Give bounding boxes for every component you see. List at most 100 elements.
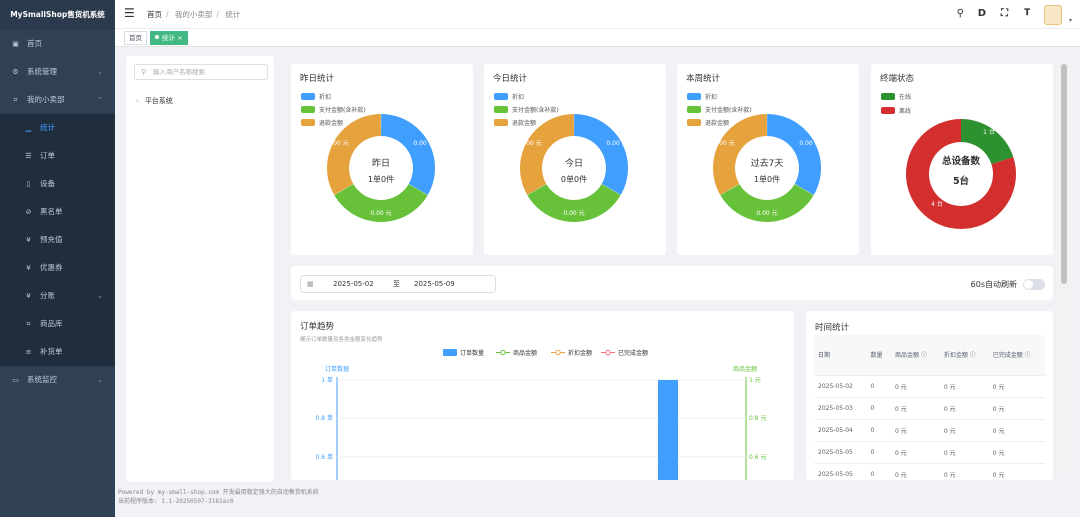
y-right-tick: 1 元 <box>749 377 761 384</box>
sidebar-item-label: 预充值 <box>40 235 63 244</box>
table-cell: 0 元 <box>890 375 940 398</box>
cart-icon: ⌗ <box>26 320 31 328</box>
monitor-icon: ▭ <box>12 376 19 384</box>
search-icon[interactable]: ⚲ <box>957 8 964 19</box>
sidebar-item-label: 统计 <box>40 123 55 132</box>
chart-icon: ▁ <box>25 124 32 132</box>
sidebar-item-3[interactable]: ▁ 统计 <box>0 114 115 142</box>
footer: Powered by my-small-shop.com 开发最用稳定强大的自动… <box>118 488 319 506</box>
stat-card-0: 昨日统计 折扣 支付金额(含补款) 退款金额 昨日 1单0件 0.00 元 0.00 元… <box>291 64 473 255</box>
sidebar-item-label: 黑名单 <box>40 207 63 216</box>
tags-view: 首页 统计 × <box>115 29 1080 47</box>
sidebar-item-label: 订单 <box>40 151 55 160</box>
sidebar-item-10[interactable]: ⌗ 商品库 <box>0 310 115 338</box>
app-title: MySmallShop售货机系统 <box>0 0 115 30</box>
table-cell: 0 元 <box>890 441 940 464</box>
hamburger-icon[interactable]: ☰ <box>124 7 135 19</box>
sidebar-item-0[interactable]: ▣ 首页 <box>0 30 115 58</box>
donut-center-title: 今日 <box>565 157 583 169</box>
time-stats-table: 日期 数量 商品金额 ⓘ 折扣金额 ⓘ 已完成金额 ⓘ 2025-05-02 0 0 元0 … <box>814 335 1045 480</box>
sidebar-item-9[interactable]: ¥ 分账 ⌄ <box>0 282 115 310</box>
donut-center-title: 总设备数 <box>942 155 981 167</box>
table-cell: 0 元 <box>890 397 940 420</box>
slice-label: 0.00 元 <box>799 140 820 147</box>
table-cell: 0 元 <box>988 463 1045 480</box>
phone-icon: ▯ <box>26 180 31 188</box>
sidebar-item-7[interactable]: ¥ 预充值 <box>0 226 115 254</box>
auto-refresh-label: 60s自动刷新 <box>970 280 1017 289</box>
stat-card-1: 今日统计 折扣 支付金额(含补款) 退款金额 今日 0单0件 0.00 元 0.00 元… <box>484 64 666 255</box>
order-trend-card: 订单趋势 展示订单数量及各类金额变化趋势 订单数量 商品金额 折扣金额 已完成金额 订单… <box>291 311 794 480</box>
page-scrollbar[interactable] <box>1060 64 1068 478</box>
d-icon[interactable]: D <box>978 8 986 19</box>
sidebar-item-label: 我的小卖部 <box>27 95 65 104</box>
table-cell: 0 <box>866 463 891 480</box>
chevron-down-icon: ⌄ <box>97 68 103 76</box>
sidebar-item-6[interactable]: ⊘ 黑名单 <box>0 198 115 226</box>
sidebar-item-11[interactable]: ≡ 补货单 <box>0 338 115 366</box>
table-cell: 0 元 <box>939 375 989 398</box>
search-input[interactable]: ⚲ 输入商户名称搜索 <box>134 64 268 80</box>
caret-down-icon[interactable]: ▾ <box>1069 17 1072 24</box>
breadcrumb-shop[interactable]: 我的小卖部 <box>175 10 213 19</box>
legend-label: 订单数量 <box>460 349 484 357</box>
tag-stats[interactable]: 统计 × <box>150 31 188 45</box>
table-cell: 0 元 <box>988 375 1045 398</box>
breadcrumb-home[interactable]: 首页 <box>147 10 162 19</box>
breadcrumb: 首页 / 我的小卖部 / 统计 <box>147 10 241 19</box>
table-cell: 0 <box>866 441 891 464</box>
chevron-down-icon: ⌄ <box>97 376 103 384</box>
donut-chart: 昨日 1单0件 0.00 元 0.00 元 0.00 元 <box>327 114 435 222</box>
column-header: 数量 <box>866 335 891 376</box>
sidebar-item-4[interactable]: ☰ 订单 <box>0 142 115 170</box>
slice-label: 0.00 元 <box>756 210 777 217</box>
sidebar-item-label: 补货单 <box>40 347 63 356</box>
close-icon[interactable]: × <box>177 34 182 42</box>
end-date[interactable]: 2025-05-09 <box>414 276 455 292</box>
y-right-tick: 0.8 元 <box>749 415 766 422</box>
time-stats-card: 时间统计 日期 数量 商品金额 ⓘ 折扣金额 ⓘ 已完成金额 ⓘ 2025-05-02 0… <box>806 311 1053 480</box>
calendar-icon: ▦ <box>307 280 314 288</box>
legend-marker[interactable] <box>500 349 506 356</box>
sidebar-item-2[interactable]: ⌗ 我的小卖部 ⌃ <box>0 86 115 114</box>
sidebar-item-1[interactable]: ⚙ 系统管理 ⌄ <box>0 58 115 86</box>
avatar[interactable] <box>1044 5 1062 25</box>
sidebar-item-8[interactable]: ¥ 优惠券 <box>0 254 115 282</box>
table-cell: 2025-05-02 <box>814 375 867 398</box>
donut-center-value: 1单0件 <box>368 174 394 184</box>
sidebar-item-12[interactable]: ▭ 系统监控 ⌄ <box>0 366 115 394</box>
fullscreen-icon[interactable]: ⛶ <box>1001 8 1008 19</box>
auto-refresh-toggle[interactable] <box>1023 279 1045 290</box>
stat-card-2: 本周统计 折扣 支付金额(含补款) 退款金额 过去7天 1单0件 0.00 元 0.00… <box>677 64 859 255</box>
legend-marker[interactable] <box>555 349 561 356</box>
tag-home[interactable]: 首页 <box>124 31 147 45</box>
info-icon[interactable]: ⓘ <box>919 352 927 359</box>
column-header: 日期 <box>814 335 867 376</box>
y-right-tick: 0.6 元 <box>749 454 766 461</box>
table-cell: 0 元 <box>939 397 989 420</box>
cart-icon: ⌗ <box>13 96 18 104</box>
date-separator: 至 <box>393 280 400 288</box>
legend-marker[interactable] <box>443 349 457 356</box>
table-cell: 0 元 <box>890 463 940 480</box>
sidebar-item-5[interactable]: ▯ 设备 <box>0 170 115 198</box>
legend-marker[interactable] <box>605 349 611 356</box>
sidebar-item-label: 分账 <box>40 291 55 300</box>
search-icon: ⚲ <box>141 68 147 76</box>
table-row: 2025-05-05 0 0 元0 元0 元 <box>814 463 1045 480</box>
sidebar-item-label: 设备 <box>40 179 55 188</box>
info-icon[interactable]: ⓘ <box>968 352 976 359</box>
sidebar-item-label: 商品库 <box>40 319 63 328</box>
active-dot-icon <box>155 35 159 39</box>
chevron-down-icon: ⌄ <box>97 292 103 300</box>
list-icon: ≡ <box>25 348 32 356</box>
tree-node[interactable]: › 平台系统 <box>136 96 173 106</box>
terminal-donut: 总设备数 5台 1 台 4 台 <box>906 119 1016 229</box>
date-range-picker[interactable]: ▦ 2025-05-02 至 2025-05-09 <box>300 275 496 293</box>
bar-order-count[interactable] <box>658 380 678 480</box>
start-date[interactable]: 2025-05-02 <box>333 276 374 292</box>
info-icon[interactable]: ⓘ <box>1023 352 1031 359</box>
font-size-icon[interactable]: 𝐓 <box>1024 8 1030 18</box>
slice-label: 0.00 元 <box>370 210 391 217</box>
slice-label: 0.00 元 <box>713 140 734 147</box>
